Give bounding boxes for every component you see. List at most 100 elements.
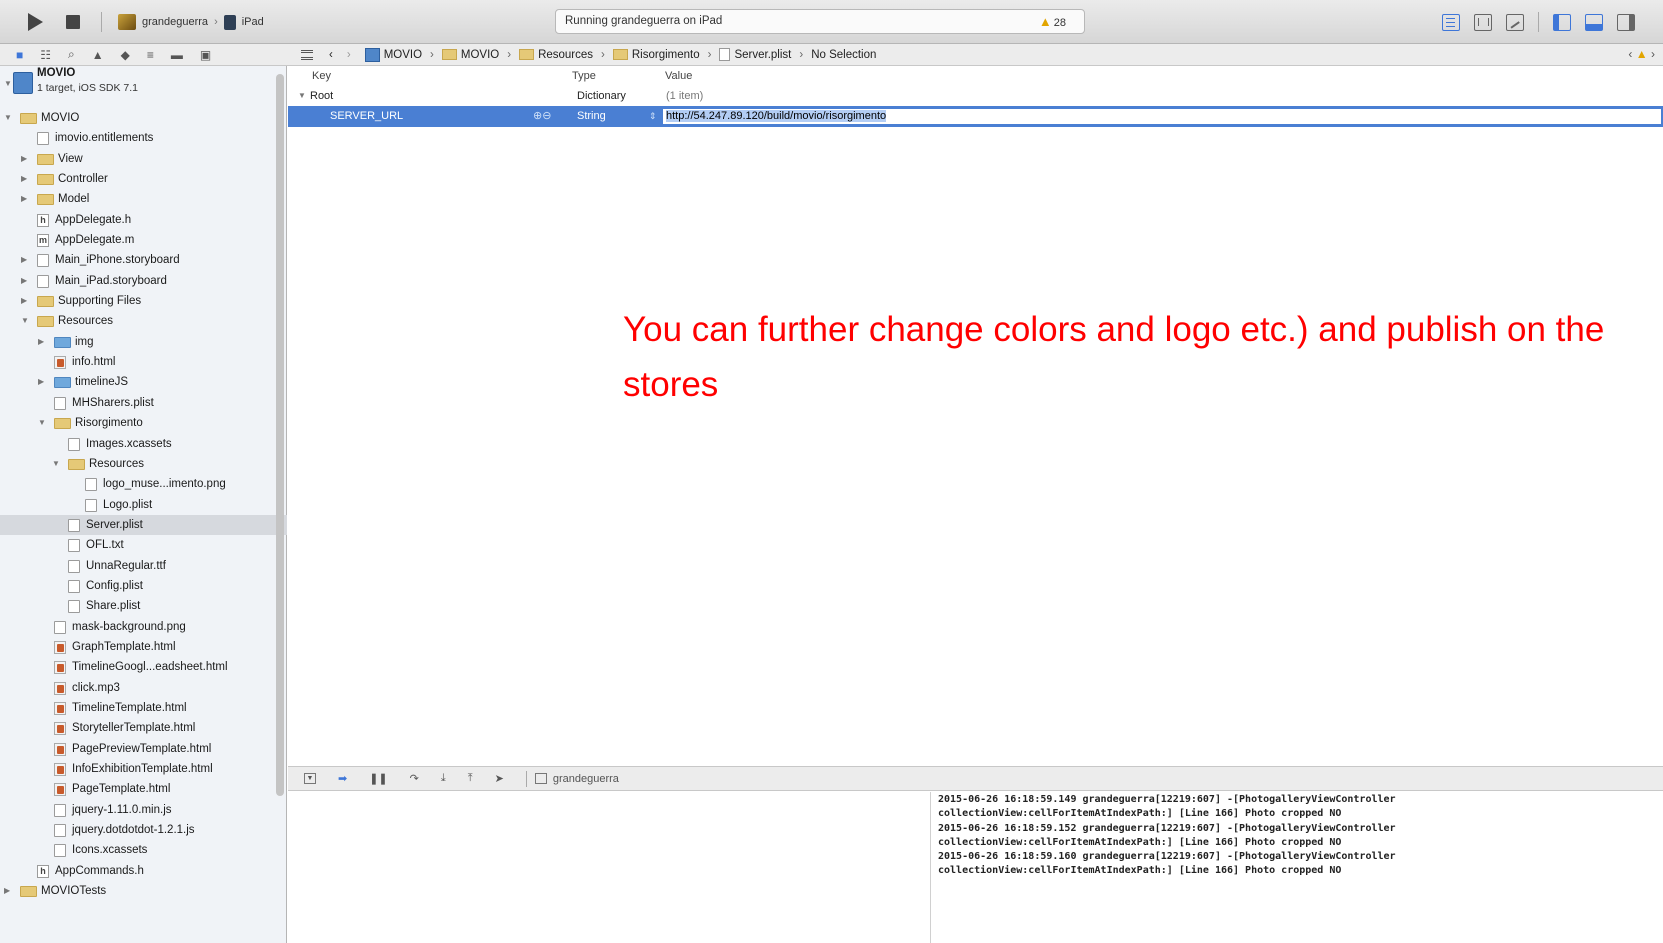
navigator-item[interactable]: ▶ Main_iPad.storyboard (0, 271, 287, 291)
hide-debug-area-icon[interactable]: ▼ (304, 773, 316, 784)
breakpoint-icon[interactable]: ▬ (171, 48, 183, 62)
navigator-item[interactable]: h AppCommands.h (0, 861, 287, 881)
debug-icon[interactable]: ≡ (147, 48, 154, 62)
project-root[interactable]: ▼ MOVIO 1 target, iOS SDK 7.1 (0, 67, 287, 108)
navigator-toggle-icon[interactable] (1553, 13, 1571, 31)
disclosure-open-icon[interactable]: ▼ (38, 413, 46, 433)
navigator-item[interactable]: m AppDelegate.m (0, 230, 287, 250)
location-icon[interactable]: ➤ (495, 772, 504, 785)
navigator-scrollbar[interactable] (276, 74, 284, 796)
navigator-item[interactable]: ▶ timelineJS (0, 372, 287, 392)
disclosure-open-icon[interactable]: ▼ (4, 74, 12, 94)
test-icon[interactable]: ◆ (121, 48, 130, 62)
step-out-icon[interactable]: ⤒ (468, 772, 473, 785)
navigator-item[interactable]: logo_muse...imento.png (0, 474, 287, 494)
console-output[interactable]: 2015-06-26 16:18:59.149 grandeguerra[122… (932, 792, 1663, 943)
navigator-item[interactable]: Server.plist (0, 514, 287, 536)
navigator-item[interactable]: h AppDelegate.h (0, 210, 287, 230)
navigator-item[interactable]: GraphTemplate.html (0, 637, 287, 657)
stop-icon[interactable] (66, 15, 80, 29)
breadcrumb-file[interactable]: Server.plist (719, 48, 791, 61)
related-items-icon[interactable] (301, 49, 313, 60)
navigator-item[interactable]: OFL.txt (0, 535, 287, 555)
variables-view[interactable] (288, 792, 931, 943)
navigator-item[interactable]: Config.plist (0, 576, 287, 596)
disclosure-closed-icon[interactable]: ▶ (21, 169, 27, 189)
search-icon[interactable]: ⌕ (68, 47, 75, 62)
breakpoints-toggle-icon[interactable]: ➡ (338, 772, 347, 785)
breadcrumb-group-resources[interactable]: Resources (519, 49, 593, 61)
breadcrumb-selection[interactable]: No Selection (811, 49, 876, 61)
navigator-item[interactable]: ▼ Resources (0, 311, 287, 331)
standard-editor-icon[interactable] (1442, 13, 1460, 31)
navigator-item[interactable]: UnnaRegular.ttf (0, 556, 287, 576)
navigator-item[interactable]: Icons.xcassets (0, 840, 287, 860)
plist-key[interactable]: SERVER_URL (330, 106, 403, 126)
debug-area-toggle-icon[interactable] (1585, 13, 1603, 31)
disclosure-closed-icon[interactable]: ▶ (38, 332, 44, 352)
disclosure-open-icon[interactable]: ▼ (4, 108, 12, 128)
column-header-value[interactable]: Value (665, 70, 692, 82)
navigator-item[interactable]: jquery.dotdotdot-1.2.1.js (0, 820, 287, 840)
assistant-editor-icon[interactable] (1474, 13, 1492, 31)
navigator-item[interactable]: Logo.plist (0, 495, 287, 515)
breadcrumb-group-risorgimento[interactable]: Risorgimento (612, 49, 700, 61)
plist-type[interactable]: String (577, 106, 606, 126)
column-header-type[interactable]: Type (572, 70, 596, 82)
navigator-item[interactable]: ▼ Risorgimento (0, 413, 287, 433)
plist-row-server-url[interactable]: SERVER_URL ⊕⊖ String ⇕ http://54.247.89.… (288, 106, 1663, 127)
navigator-item[interactable]: ▶ img (0, 332, 287, 352)
navigator-item[interactable]: Images.xcassets (0, 434, 287, 454)
version-editor-icon[interactable] (1506, 13, 1524, 31)
issue-navigation[interactable]: ‹ ▲ › (1628, 47, 1655, 61)
navigator-item[interactable]: jquery-1.11.0.min.js (0, 800, 287, 820)
disclosure-open-icon[interactable]: ▼ (21, 311, 29, 331)
navigator-item[interactable]: ▶ View (0, 149, 287, 169)
back-icon[interactable]: ‹ (329, 49, 333, 61)
add-remove-row-icons[interactable]: ⊕⊖ (533, 106, 551, 126)
folder-icon[interactable]: ■ (16, 48, 23, 62)
breadcrumb-project[interactable]: MOVIO (364, 47, 422, 62)
navigator-item[interactable]: Share.plist (0, 596, 287, 616)
plist-type[interactable]: Dictionary (577, 86, 626, 106)
navigator-item[interactable]: ▶ MOVIOTests (0, 881, 287, 901)
column-header-key[interactable]: Key (312, 70, 331, 82)
disclosure-closed-icon[interactable]: ▶ (21, 149, 27, 169)
disclosure-open-icon[interactable]: ▼ (298, 86, 306, 106)
step-into-icon[interactable]: ⤓ (441, 772, 446, 785)
navigator-item[interactable]: ▶ Model (0, 189, 287, 209)
disclosure-closed-icon[interactable]: ▶ (38, 372, 44, 392)
navigator-item[interactable]: PagePreviewTemplate.html (0, 739, 287, 759)
process-selector[interactable]: grandeguerra (534, 773, 619, 785)
forward-icon[interactable]: › (347, 49, 351, 61)
navigator-item[interactable]: click.mp3 (0, 678, 287, 698)
navigator-item[interactable]: MHSharers.plist (0, 393, 287, 413)
log-icon[interactable]: ▣ (200, 48, 211, 62)
run-icon[interactable] (28, 13, 43, 31)
breadcrumb-group-movio[interactable]: MOVIO (441, 49, 499, 61)
symbol-icon[interactable]: ☷ (40, 48, 51, 62)
disclosure-closed-icon[interactable]: ▶ (21, 291, 27, 311)
navigator-item[interactable]: PageTemplate.html (0, 779, 287, 799)
navigator-item[interactable]: mask-background.png (0, 617, 287, 637)
scheme-selector[interactable]: grandeguerra › iPad (118, 14, 264, 30)
navigator-item[interactable]: TimelineGoogl...eadsheet.html (0, 657, 287, 677)
navigator-item[interactable]: ▶ Main_iPhone.storyboard (0, 250, 287, 270)
navigator-item[interactable]: ▼ MOVIO (0, 108, 287, 128)
navigator-item[interactable]: InfoExhibitionTemplate.html (0, 759, 287, 779)
navigator-item[interactable]: info.html (0, 352, 287, 372)
plist-row-root[interactable]: ▼ Root Dictionary (1 item) (288, 86, 1663, 106)
navigator-item[interactable]: StorytellerTemplate.html (0, 718, 287, 738)
plist-value-input[interactable]: http://54.247.89.120/build/movio/risorgi… (661, 107, 1663, 126)
warning-badge[interactable]: ▲ 28 (1039, 10, 1066, 35)
navigator-item[interactable]: TimelineTemplate.html (0, 698, 287, 718)
step-over-icon[interactable]: ↷ (410, 772, 419, 785)
navigator-item[interactable]: ▶ Supporting Files (0, 291, 287, 311)
issue-icon[interactable]: ▲ (92, 48, 104, 62)
disclosure-closed-icon[interactable]: ▶ (21, 271, 27, 291)
navigator-item[interactable]: ▶ Controller (0, 169, 287, 189)
utilities-toggle-icon[interactable] (1617, 13, 1635, 31)
disclosure-open-icon[interactable]: ▼ (52, 454, 60, 474)
type-stepper-icon[interactable]: ⇕ (649, 106, 657, 126)
disclosure-closed-icon[interactable]: ▶ (21, 250, 27, 270)
